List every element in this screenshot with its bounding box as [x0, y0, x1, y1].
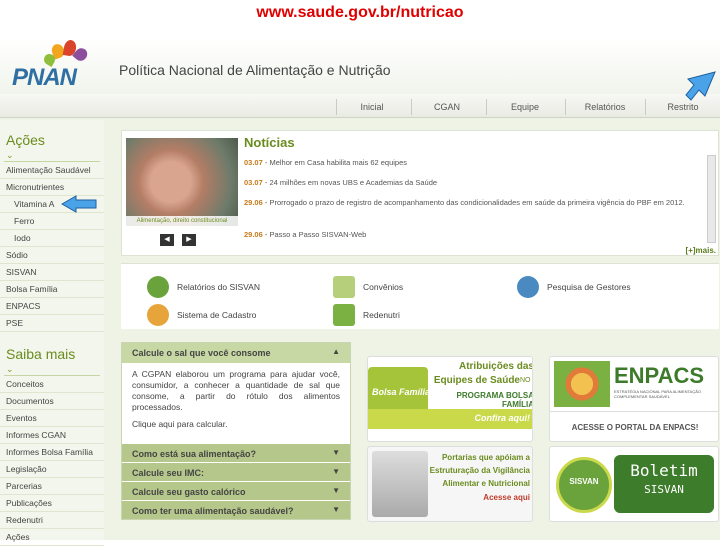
annotation-arrows	[60, 71, 716, 213]
blue-arrow-icon	[60, 195, 97, 213]
blue-arrow-icon	[685, 71, 716, 101]
